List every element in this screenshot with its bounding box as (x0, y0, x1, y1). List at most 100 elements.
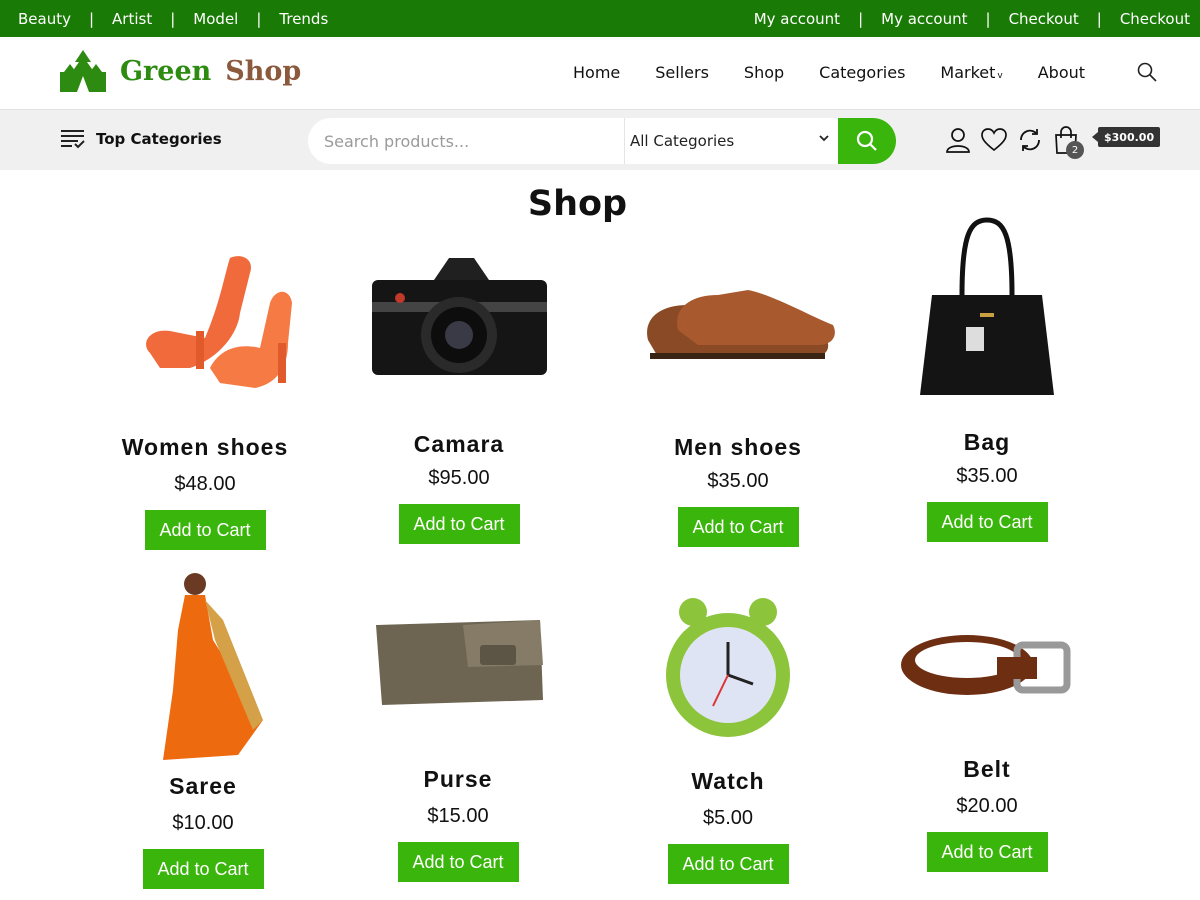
separator: | (858, 9, 864, 28)
product-name[interactable]: Men shoes (613, 434, 863, 461)
women-shoes-image (146, 255, 292, 388)
chevron-down-icon (819, 135, 829, 142)
topbar-link-model[interactable]: Model (193, 10, 238, 28)
add-to-cart-button[interactable]: Add to Cart (144, 510, 266, 550)
product-price: $10.00 (172, 812, 234, 834)
product-card: Belt $20.00 Add to Cart (862, 590, 1112, 872)
nav-about[interactable]: About (1038, 63, 1085, 82)
separator: | (170, 9, 176, 28)
menu-list-icon (61, 130, 85, 149)
nav-market-label: Market (940, 62, 996, 82)
topbar-link-trends[interactable]: Trends (279, 10, 328, 28)
product-price: $5.00 (702, 807, 754, 829)
product-price: $20.00 (956, 795, 1018, 817)
cart-button[interactable]: 2 (1052, 126, 1084, 159)
add-to-cart-button[interactable]: Add to Cart (677, 507, 799, 547)
user-icon (946, 128, 970, 153)
top-bar-right-links: My account | My account | Checkout | Che… (754, 0, 1190, 37)
purse-wallet-image (376, 620, 543, 705)
topbar-link-my-account[interactable]: My account (754, 10, 840, 28)
add-to-cart-button[interactable]: Add to Cart (667, 844, 789, 884)
top-bar-left-links: Beauty | Artist | Model | Trends (18, 0, 328, 37)
search-icon[interactable] (1136, 61, 1158, 83)
product-image[interactable] (887, 590, 1087, 740)
add-to-cart-button[interactable]: Add to Cart (926, 832, 1048, 872)
topbar-link-checkout[interactable]: Checkout (1009, 10, 1079, 28)
product-card: Saree $10.00 Add to Cart (78, 570, 328, 889)
product-card: Women shoes $48.00 Add to Cart (80, 230, 330, 550)
top-bar: Beauty | Artist | Model | Trends My acco… (0, 0, 1200, 37)
topbar-link-my-account-2[interactable]: My account (881, 10, 967, 28)
tree-logo-icon (60, 50, 106, 92)
topbar-link-beauty[interactable]: Beauty (18, 10, 71, 28)
separator: | (256, 9, 262, 28)
top-categories-label: Top Categories (96, 130, 222, 148)
add-to-cart-button[interactable]: Add to Cart (142, 849, 264, 889)
add-to-cart-button[interactable]: Add to Cart (397, 842, 519, 882)
product-name[interactable]: Bag (862, 429, 1112, 456)
search-input[interactable] (324, 118, 614, 164)
camera-image (372, 258, 547, 375)
add-to-cart-button[interactable]: Add to Cart (398, 504, 520, 544)
alarm-clock-image (666, 598, 790, 737)
top-categories-toggle[interactable]: Top Categories (60, 128, 222, 150)
separator: | (88, 9, 95, 28)
site-header: Green Shop Home Sellers Shop Categories M… (0, 37, 1200, 110)
belt-image (901, 635, 1071, 695)
product-name[interactable]: Saree (78, 773, 328, 800)
men-shoes-image (647, 290, 835, 359)
logo-text-green: Green (120, 55, 212, 87)
account-button[interactable] (944, 126, 972, 154)
nav-shop[interactable]: Shop (744, 63, 784, 82)
product-name[interactable]: Purse (333, 766, 583, 793)
chevron-down-icon: v (997, 70, 1003, 81)
product-image[interactable] (359, 230, 559, 400)
product-card: Camara $95.00 Add to Cart (334, 230, 584, 544)
search-button[interactable] (838, 118, 896, 164)
nav-market[interactable]: Market v (940, 63, 1002, 82)
product-name[interactable]: Belt (862, 756, 1112, 783)
logo-text-brown: Shop (225, 55, 302, 87)
topbar-link-checkout-2[interactable]: Checkout (1120, 10, 1190, 28)
logo[interactable]: Green Shop (60, 50, 301, 92)
product-image[interactable] (638, 230, 838, 400)
cart-count-badge: 2 (1066, 141, 1084, 159)
nav-categories[interactable]: Categories (819, 63, 905, 82)
product-price: $95.00 (428, 467, 490, 489)
category-search-bar: Top Categories All Categories (0, 110, 1200, 170)
search-icon (856, 130, 877, 151)
product-image[interactable] (105, 230, 305, 400)
product-price: $35.00 (956, 465, 1018, 487)
nav-home[interactable]: Home (573, 63, 620, 82)
product-image[interactable] (103, 570, 303, 765)
handbag-image (920, 217, 1054, 395)
product-price: $15.00 (427, 805, 489, 827)
compare-button[interactable] (1016, 126, 1044, 154)
heart-icon (981, 128, 1007, 152)
category-select[interactable]: All Categories (624, 118, 838, 164)
product-card: Purse $15.00 Add to Cart (333, 580, 583, 882)
product-price: $35.00 (707, 470, 769, 492)
separator: | (985, 9, 991, 28)
cart-total-badge: $300.00 (1091, 127, 1161, 147)
category-select-value: All Categories (630, 132, 735, 150)
product-name[interactable]: Women shoes (80, 434, 330, 461)
nav-sellers[interactable]: Sellers (655, 63, 709, 82)
add-to-cart-button[interactable]: Add to Cart (926, 502, 1048, 542)
product-name[interactable]: Watch (603, 768, 853, 795)
saree-image (163, 573, 263, 760)
product-image[interactable] (358, 580, 558, 740)
refresh-compare-icon (1020, 129, 1040, 151)
product-price: $48.00 (174, 473, 236, 495)
main-nav: Home Sellers Shop Categories Market v Abo… (573, 37, 1120, 107)
product-image[interactable] (887, 215, 1087, 405)
product-name[interactable]: Camara (334, 431, 584, 458)
wishlist-button[interactable] (980, 126, 1008, 154)
product-card: Watch $5.00 Add to Cart (603, 590, 853, 884)
product-search-box: All Categories (308, 118, 896, 164)
product-card: Men shoes $35.00 Add to Cart (613, 230, 863, 547)
product-image[interactable] (628, 590, 828, 750)
separator: | (1096, 9, 1102, 28)
topbar-link-artist[interactable]: Artist (112, 10, 152, 28)
logo-text: Green Shop (120, 56, 301, 87)
